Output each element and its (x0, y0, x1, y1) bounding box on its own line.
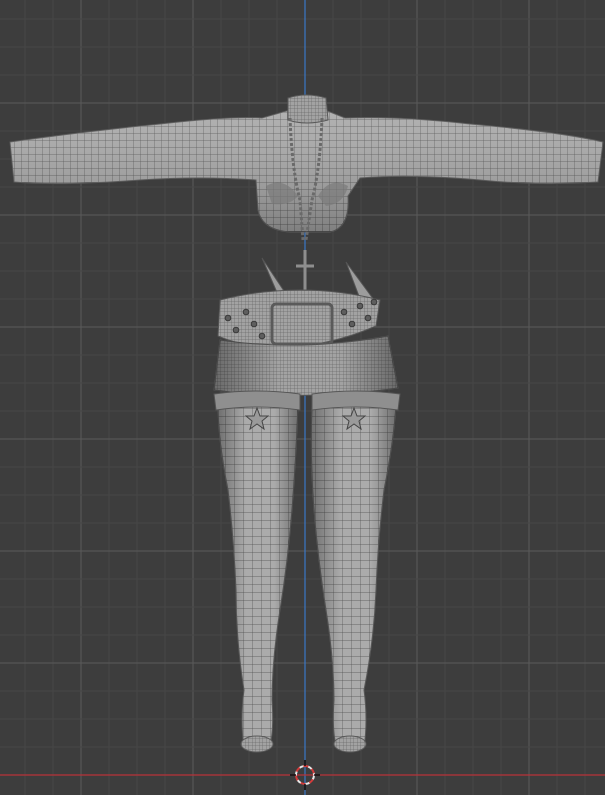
belt-stud (258, 332, 266, 340)
viewport-canvas[interactable] (0, 0, 605, 795)
belt-stud (356, 302, 364, 310)
belt-stud (364, 314, 372, 322)
belt-stud (370, 298, 378, 306)
mini-skirt[interactable] (213, 335, 399, 397)
3d-viewport[interactable] (0, 0, 605, 795)
belt-stud (340, 308, 348, 316)
belt-stud (232, 326, 240, 334)
belt-stud (242, 308, 250, 316)
belt-stud (250, 320, 258, 328)
belt-stud (348, 320, 356, 328)
belt-stud (224, 314, 232, 322)
